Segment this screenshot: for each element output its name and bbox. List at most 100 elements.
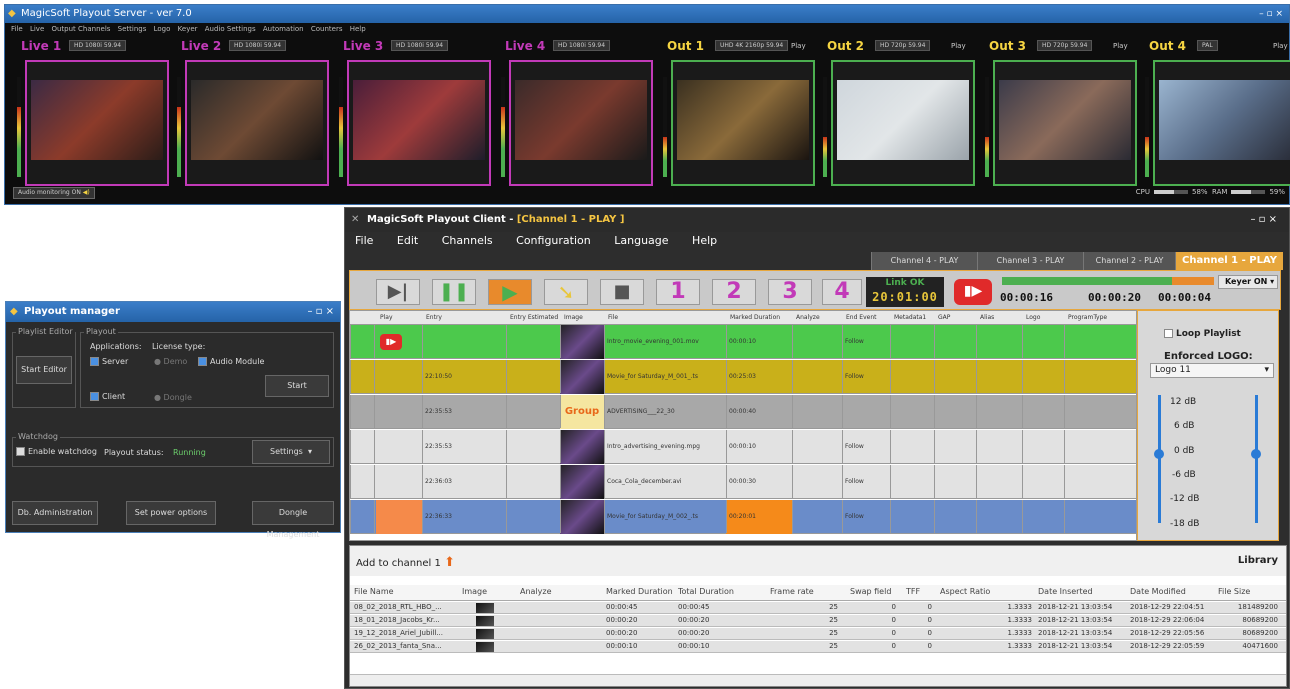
client-menu-file[interactable]: File [355,234,373,247]
dongle-management-button[interactable]: Dongle Management [252,501,334,539]
tab-channel-2[interactable]: Channel 2 - PLAY [1083,252,1175,270]
loop-playlist-checkbox[interactable]: Loop Playlist [1164,329,1241,339]
server-menu-keyer[interactable]: Keyer [178,25,198,33]
pm-window-controls[interactable]: – ▫ × [307,302,334,322]
library-row[interactable]: 18_01_2018_Jacobs_Kr... 00:00:20 00:00:20 2… [350,615,1286,627]
col-play[interactable]: Play [380,314,393,321]
audio-module-checkbox[interactable]: Audio Module [198,357,264,366]
logo-select[interactable]: Logo 11 ▾ [1150,363,1274,378]
channel-monitor-3[interactable] [347,60,491,186]
enable-watchdog-checkbox[interactable]: Enable watchdog [16,447,97,456]
demo-radio[interactable]: ● Demo [154,357,187,366]
lib-col-image[interactable]: Image [462,587,487,596]
shortcut-4-button[interactable]: 4 [822,279,862,305]
volume-slider-left[interactable] [1158,395,1161,523]
col-gap[interactable]: GAP [938,314,950,321]
playlist-row[interactable]: Intro_movie_evening_001.mov 00:00:10 Follo… [350,325,1136,359]
power-options-button[interactable]: Set power options [126,501,216,525]
cue-next-button[interactable]: ➘ [544,279,588,305]
row-thumbnail [560,430,604,464]
playlist-row[interactable]: 22:36:33 Movie_for Saturday_M_002_.ts 00:2… [350,500,1136,534]
db-administration-button[interactable]: Db. Administration [12,501,98,525]
lib-col-filename[interactable]: File Name [354,587,394,596]
shortcut-3-button[interactable]: 3 [768,279,812,305]
channel-monitor-7[interactable] [993,60,1137,186]
client-checkbox[interactable]: Client [90,392,125,401]
play-button[interactable]: ▶ [488,279,532,305]
server-menu-file[interactable]: File [11,25,23,33]
col-logo[interactable]: Logo [1026,314,1040,321]
client-window-controls[interactable]: – ▫ × [1250,208,1277,232]
keyer-dropdown[interactable]: Keyer ON ▾ [1218,275,1278,289]
server-menu-settings[interactable]: Settings [118,25,147,33]
col-metadata1[interactable]: Metadata1 [894,314,926,321]
col-end-event[interactable]: End Event [846,314,877,321]
volume-handle-left[interactable] [1154,449,1164,459]
shortcut-1-button[interactable]: 1 [656,279,700,305]
col-entry-estimated[interactable]: Entry Estimated [510,314,558,321]
lib-col-aspect[interactable]: Aspect Ratio [940,587,990,596]
playlist-row[interactable]: 22:35:53 Intro_advertising_evening.mpg 00:… [350,430,1136,464]
library-scrollbar[interactable] [350,674,1286,686]
settings-dropdown[interactable]: Settings ▾ [252,440,330,464]
col-file[interactable]: File [608,314,618,321]
server-menu-automation[interactable]: Automation [263,25,304,33]
channel-monitor-2[interactable] [185,60,329,186]
channel-monitor-8[interactable] [1153,60,1290,186]
server-menu-output[interactable]: Output Channels [51,25,110,33]
col-programtype[interactable]: ProgramType [1068,314,1107,321]
add-to-channel-button[interactable]: Add to channel 1 ⬆ [356,555,455,570]
playout-status-value: Running [173,448,206,457]
channel-monitor-6[interactable] [831,60,975,186]
col-entry[interactable]: Entry [426,314,442,321]
server-menu-live[interactable]: Live [30,25,44,33]
client-menu-configuration[interactable]: Configuration [516,234,591,247]
client-menu-channels[interactable]: Channels [442,234,493,247]
channel-monitor-1[interactable] [25,60,169,186]
client-menu-help[interactable]: Help [692,234,717,247]
col-image[interactable]: Image [564,314,583,321]
playlist-row[interactable]: 22:35:53 Group ADVERTISING___22_30 00:00:40 [350,395,1136,429]
playlist-row[interactable]: 22:10:50 Movie_for Saturday_M_001_.ts 00:2… [350,360,1136,394]
skip-next-button[interactable]: ▶| [376,279,420,305]
lib-col-filesize[interactable]: File Size [1218,587,1250,596]
server-menu-logo[interactable]: Logo [154,25,171,33]
volume-slider-right[interactable] [1255,395,1258,523]
pause-button[interactable]: ❚❚ [432,279,476,305]
channel-monitor-4[interactable] [509,60,653,186]
stop-playlist-button[interactable]: ▮▶ [954,279,992,305]
client-menu-edit[interactable]: Edit [397,234,418,247]
shortcut-2-button[interactable]: 2 [712,279,756,305]
col-analyze[interactable]: Analyze [796,314,820,321]
server-checkbox[interactable]: Server [90,357,128,366]
server-menu-help[interactable]: Help [350,25,366,33]
library-row[interactable]: 26_02_2013_fanta_Sna... 00:00:10 00:00:10 2… [350,641,1286,653]
volume-handle-right[interactable] [1251,449,1261,459]
lib-col-inserted[interactable]: Date Inserted [1038,587,1093,596]
library-row[interactable]: 08_02_2018_RTL_HBO_... 00:00:45 00:00:45 25… [350,602,1286,614]
lib-col-total[interactable]: Total Duration [678,587,734,596]
lib-col-marked[interactable]: Marked Duration [606,587,673,596]
lib-col-analyze[interactable]: Analyze [520,587,552,596]
tab-channel-1[interactable]: Channel 1 - PLAY [1175,252,1283,270]
dongle-radio[interactable]: ● Dongle [154,393,192,402]
lib-col-swap[interactable]: Swap field [850,587,891,596]
channel-monitor-5[interactable] [671,60,815,186]
stop-button[interactable]: ■ [600,279,644,305]
lib-col-framerate[interactable]: Frame rate [770,587,814,596]
audio-monitoring-button[interactable]: Audio monitoring ON ◀) [13,187,95,199]
col-alias[interactable]: Alias [980,314,994,321]
playlist-row[interactable]: 22:36:03 Coca_Cola_december.avi 00:00:30 Fo… [350,465,1136,499]
tab-channel-3[interactable]: Channel 3 - PLAY [977,252,1083,270]
server-menu-audio[interactable]: Audio Settings [205,25,256,33]
lib-col-modified[interactable]: Date Modified [1130,587,1186,596]
server-window-controls[interactable]: – ▫ × [1259,5,1283,23]
tab-channel-4[interactable]: Channel 4 - PLAY [871,252,977,270]
lib-col-tff[interactable]: TFF [906,587,920,596]
start-button[interactable]: Start [265,375,329,397]
client-menu-language[interactable]: Language [614,234,668,247]
library-row[interactable]: 19_12_2018_Ariel_Jubill... 00:00:20 00:00:… [350,628,1286,640]
server-menu-counters[interactable]: Counters [311,25,343,33]
start-editor-button[interactable]: Start Editor [16,356,72,384]
col-marked-duration[interactable]: Marked Duration [730,314,780,321]
